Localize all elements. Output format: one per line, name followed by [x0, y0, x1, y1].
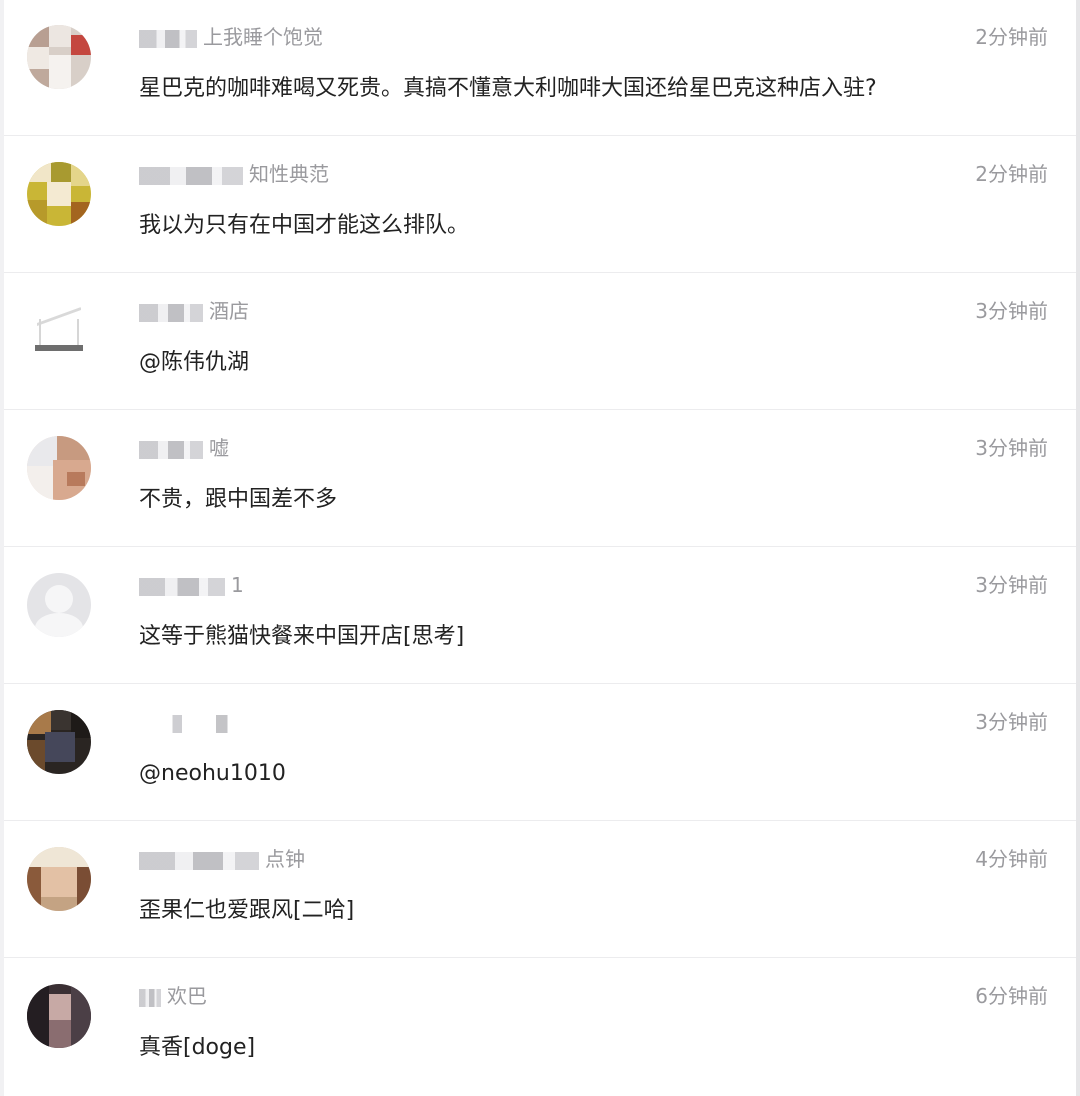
comment-text: 真香[doge]: [139, 1035, 256, 1060]
comment-text: 我以为只有在中国才能这么排队。: [139, 213, 470, 238]
comment-list: 上我睡个饱觉 2分钟前 星巴克的咖啡难喝又死贵。真搞不懂意大利咖啡大国还给星巴克…: [4, 0, 1076, 1096]
comment-item[interactable]: 欢巴 6分钟前 真香[doge]: [4, 959, 1076, 1095]
username[interactable]: 点钟: [139, 846, 305, 872]
username[interactable]: 知性典范: [139, 161, 329, 187]
username[interactable]: 欢巴: [139, 983, 207, 1009]
timestamp: 2分钟前: [975, 162, 1048, 186]
user-avatar[interactable]: [27, 162, 91, 226]
redacted-name-mask: [139, 577, 225, 596]
timestamp: 4分钟前: [975, 847, 1048, 871]
username[interactable]: 酒店: [139, 298, 249, 324]
comment-item[interactable]: 知性典范 2分钟前 我以为只有在中国才能这么排队。: [4, 137, 1076, 273]
user-avatar[interactable]: [27, 710, 91, 774]
scrollbar-track[interactable]: [1076, 0, 1080, 1096]
timestamp: 3分钟前: [975, 573, 1048, 597]
comment-text: @陈伟仇湖: [139, 350, 250, 375]
redacted-name-mask: [139, 440, 203, 459]
comment-text: @neohu1010: [139, 761, 286, 786]
redacted-name-mask: [139, 714, 235, 733]
user-avatar[interactable]: [27, 984, 91, 1048]
comment-item[interactable]: 点钟 4分钟前 歪果仁也爱跟风[二哈]: [4, 822, 1076, 958]
comment-text: 不贵，跟中国差不多: [139, 487, 338, 512]
comment-item[interactable]: 1 3分钟前 这等于熊猫快餐来中国开店[思考]: [4, 548, 1076, 684]
user-avatar[interactable]: [27, 436, 91, 500]
redacted-name-mask: [139, 29, 197, 48]
user-avatar[interactable]: [27, 25, 91, 89]
redacted-name-mask: [139, 303, 203, 322]
comment-item[interactable]: 上我睡个饱觉 2分钟前 星巴克的咖啡难喝又死贵。真搞不懂意大利咖啡大国还给星巴克…: [4, 0, 1076, 136]
redacted-name-mask: [139, 166, 243, 185]
comment-item[interactable]: 3分钟前 @neohu1010: [4, 685, 1076, 821]
timestamp: 3分钟前: [975, 710, 1048, 734]
comment-text: 这等于熊猫快餐来中国开店[思考]: [139, 624, 465, 649]
redacted-name-mask: [139, 851, 259, 870]
comment-item[interactable]: 酒店 3分钟前 @陈伟仇湖: [4, 274, 1076, 410]
username[interactable]: [139, 709, 241, 735]
username[interactable]: 1: [139, 572, 244, 598]
timestamp: 3分钟前: [975, 436, 1048, 460]
timestamp: 6分钟前: [975, 984, 1048, 1008]
redacted-name-mask: [139, 988, 161, 1007]
user-avatar[interactable]: [27, 847, 91, 911]
timestamp: 2分钟前: [975, 25, 1048, 49]
timestamp: 3分钟前: [975, 299, 1048, 323]
username[interactable]: 上我睡个饱觉: [139, 24, 323, 50]
user-avatar[interactable]: [27, 573, 91, 637]
comment-text: 星巴克的咖啡难喝又死贵。真搞不懂意大利咖啡大国还给星巴克这种店入驻?: [139, 76, 877, 101]
comment-item[interactable]: 嘘 3分钟前 不贵，跟中国差不多: [4, 411, 1076, 547]
username[interactable]: 嘘: [139, 435, 229, 461]
comment-text: 歪果仁也爱跟风[二哈]: [139, 898, 355, 923]
user-avatar[interactable]: [27, 299, 91, 363]
